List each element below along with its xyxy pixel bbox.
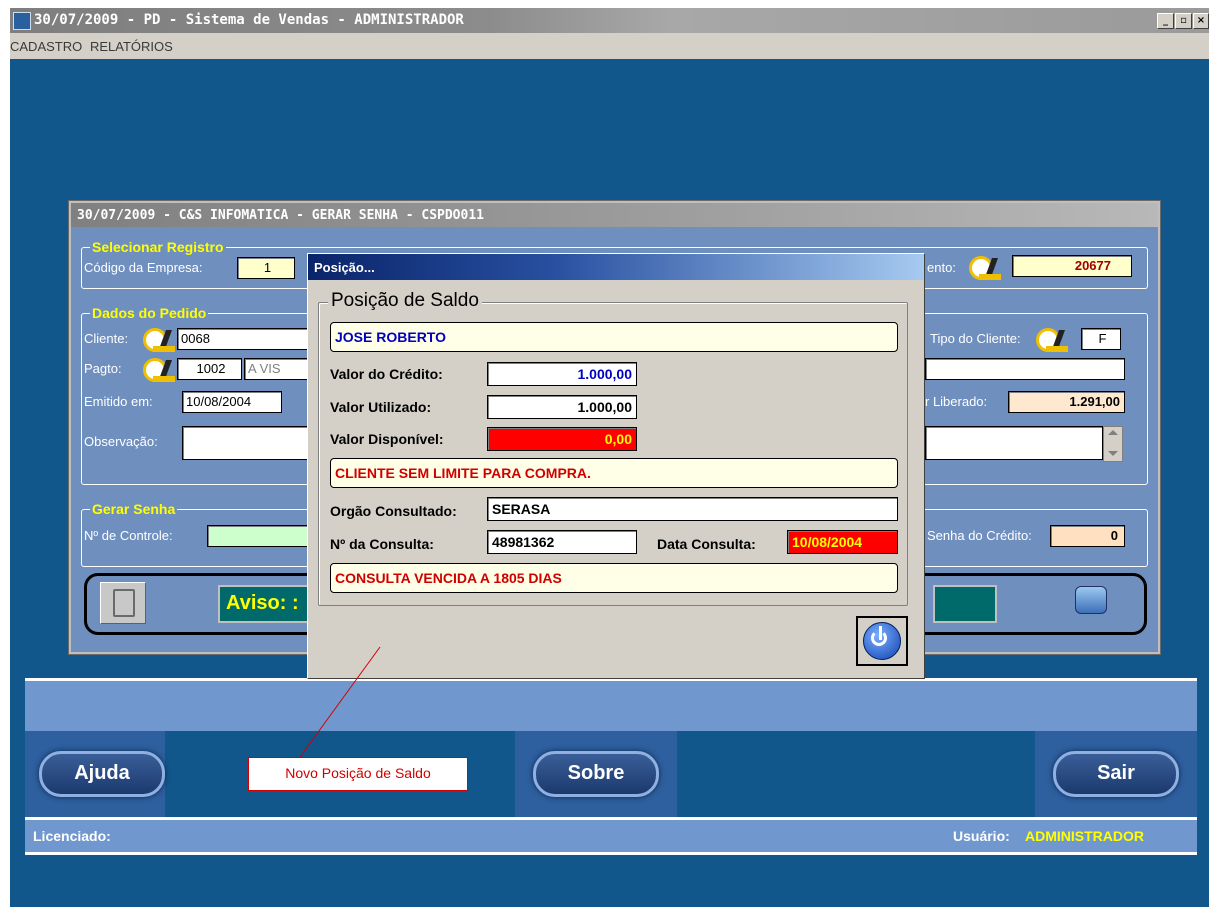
group-title: Gerar Senha [90, 501, 178, 517]
main-title-bar: 30/07/2009 - PD - Sistema de Vendas - AD… [10, 8, 1209, 33]
minimize-button[interactable]: _ [1157, 13, 1174, 29]
data-consulta-field: 10/08/2004 [787, 530, 898, 554]
credito-field: 1.000,00 [487, 362, 637, 386]
swap-icon [1075, 586, 1107, 614]
annotation-callout: Novo Posição de Saldo [248, 757, 468, 791]
pagto-extra-field [925, 358, 1125, 380]
posicao-saldo-title: Posição de Saldo [328, 290, 482, 312]
close-button[interactable]: × [1193, 13, 1209, 29]
orgao-field: SERASA [487, 497, 898, 521]
search-icon[interactable] [1032, 326, 1068, 352]
tipo-cliente-field[interactable]: F [1081, 328, 1121, 350]
orgao-label: Orgão Consultado: [330, 503, 457, 519]
limite-msg-box: CLIENTE SEM LIMITE PARA COMPRA. [330, 458, 898, 488]
search-icon[interactable] [139, 326, 175, 352]
senha-credito-field: 0 [1050, 525, 1125, 547]
group-title: Dados do Pedido [90, 305, 209, 321]
controle-field[interactable] [207, 525, 312, 547]
refresh-button[interactable] [1069, 582, 1113, 622]
form-title: 30/07/2009 - C&S INFOMATICA - GERAR SENH… [77, 208, 484, 223]
cliente-field[interactable]: 0068 [177, 328, 312, 350]
menu-relatorios[interactable]: RELATÓRIOS [90, 39, 173, 54]
status-bar: Licenciado: Usuário: ADMINISTRADOR [25, 817, 1197, 855]
window-title: 30/07/2009 - PD - Sistema de Vendas - AD… [34, 12, 464, 28]
cliente-name-box: JOSE ROBERTO [330, 322, 898, 352]
codigo-empresa-label: Código da Empresa: [84, 260, 203, 275]
top-band [25, 678, 1197, 734]
observacao-label: Observação: [84, 434, 158, 449]
form-title-bar: 30/07/2009 - C&S INFOMATICA - GERAR SENH… [71, 203, 1158, 227]
pagto-label: Pagto: [84, 361, 122, 376]
sair-button[interactable]: Sair [1053, 751, 1179, 797]
dialog-title-bar: Posição... [308, 254, 924, 280]
app-icon [13, 12, 31, 30]
observacao-scrollbar[interactable] [1103, 426, 1123, 462]
observacao-field-right[interactable] [925, 426, 1103, 460]
button-band: Ajuda Sobre Sair [25, 731, 1197, 817]
power-icon-bar [879, 626, 882, 640]
posicao-dialog: Posição... Posição de Saldo JOSE ROBERTO… [307, 253, 925, 679]
licenciado-label: Licenciado: [33, 828, 111, 844]
usuario-value: ADMINISTRADOR [1025, 828, 1144, 844]
cliente-label: Cliente: [84, 331, 129, 346]
ajuda-button[interactable]: Ajuda [39, 751, 165, 797]
observacao-field[interactable] [182, 426, 312, 460]
close-dialog-button[interactable] [856, 616, 908, 666]
codigo-empresa-field[interactable]: 1 [237, 257, 295, 279]
utilizado-label: Valor Utilizado: [330, 399, 432, 415]
scroll-down-icon[interactable] [1108, 451, 1118, 456]
restore-button[interactable]: ▫ [1175, 13, 1192, 29]
emitido-label: Emitido em: [84, 394, 153, 409]
menu-bar: CADASTRO RELATÓRIOS [10, 33, 1209, 59]
sobre-button[interactable]: Sobre [533, 751, 659, 797]
left-margin [0, 0, 10, 907]
scroll-up-icon[interactable] [1108, 430, 1118, 435]
disponivel-label: Valor Disponível: [330, 431, 444, 447]
controle-label: Nº de Controle: [84, 528, 173, 543]
atendimento-field[interactable]: 20677 [1012, 255, 1132, 277]
print-button[interactable] [100, 582, 146, 624]
group-title: Selecionar Registro [90, 239, 226, 255]
search-icon[interactable] [965, 254, 1001, 280]
aviso-tail [933, 585, 997, 623]
menu-cadastro[interactable]: CADASTRO [10, 39, 82, 54]
pagto-code-field[interactable]: 1002 [177, 358, 242, 380]
valor-liberado-label: r Liberado: [925, 394, 988, 409]
consulta-field: 48981362 [487, 530, 637, 554]
vencida-msg-box: CONSULTA VENCIDA A 1805 DIAS [330, 563, 898, 593]
disponivel-field: 0,00 [487, 427, 637, 451]
data-consulta-label: Data Consulta: [657, 536, 756, 552]
senha-credito-label: Senha do Crédito: [927, 528, 1032, 543]
credito-label: Valor do Crédito: [330, 366, 443, 382]
dialog-title: Posição... [314, 260, 375, 275]
pagto-desc-field: A VIS [244, 358, 312, 380]
printer-icon [113, 589, 135, 617]
atendimento-label: ento: [927, 260, 956, 275]
valor-liberado-field: 1.291,00 [1008, 391, 1125, 413]
consulta-label: Nº da Consulta: [330, 536, 434, 552]
utilizado-field: 1.000,00 [487, 395, 637, 419]
emitido-field[interactable]: 10/08/2004 [182, 391, 282, 413]
aviso-label: Aviso: : [218, 585, 318, 623]
usuario-label: Usuário: [953, 828, 1010, 844]
search-icon[interactable] [139, 356, 175, 382]
tipo-cliente-label: Tipo do Cliente: [930, 331, 1021, 346]
